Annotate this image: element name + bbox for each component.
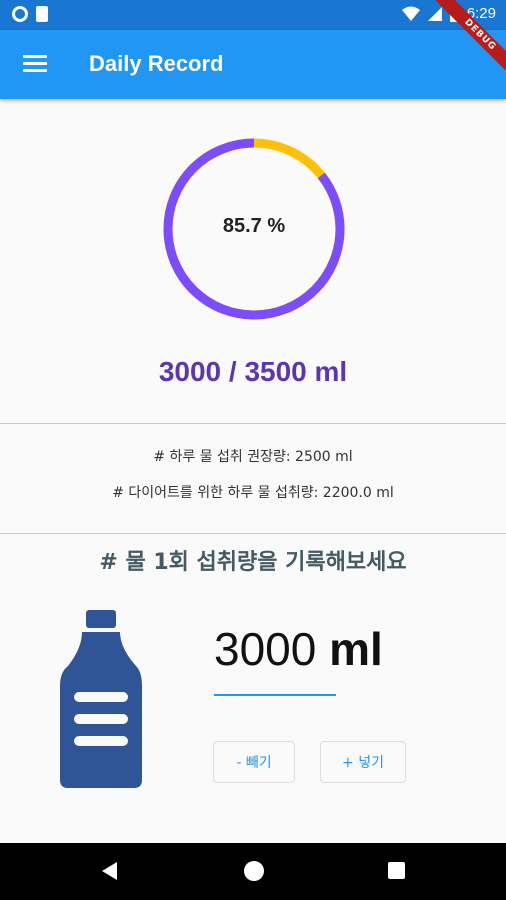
diet-recommendation: # 다이어트를 위한 하루 물 섭취량: 2200.0 ml: [112, 485, 394, 501]
debug-banner-wrap: DEBUG: [426, 0, 506, 80]
home-icon[interactable]: [244, 861, 264, 881]
percent-text: 85.7 %: [222, 215, 286, 237]
divider: [0, 423, 506, 424]
menu-icon[interactable]: [23, 55, 47, 73]
system-nav-bar: [0, 843, 506, 900]
amount-display[interactable]: 3000 ml: [214, 622, 383, 676]
water-bottle-icon: [60, 610, 142, 788]
amount-unit: ml: [329, 623, 383, 675]
sd-card-icon: [36, 6, 48, 22]
wifi-icon: [401, 6, 420, 21]
notification-circle-icon: [12, 6, 28, 22]
subtract-button[interactable]: - 빼기: [213, 741, 295, 783]
recent-apps-icon[interactable]: [388, 862, 405, 879]
daily-recommendation: # 하루 물 섭취 권장량: 2500 ml: [153, 449, 353, 465]
divider: [0, 533, 506, 534]
record-heading: # 물 1회 섭취량을 기록해보세요: [99, 550, 407, 575]
back-icon[interactable]: [102, 862, 117, 880]
amount-value: 3000: [214, 623, 317, 675]
amount-underline: [214, 694, 336, 696]
debug-banner: DEBUG: [432, 0, 506, 80]
intake-total: 3000 / 3500 ml: [158, 356, 348, 387]
add-button[interactable]: + 넣기: [320, 741, 406, 783]
page-title: Daily Record: [89, 51, 224, 76]
